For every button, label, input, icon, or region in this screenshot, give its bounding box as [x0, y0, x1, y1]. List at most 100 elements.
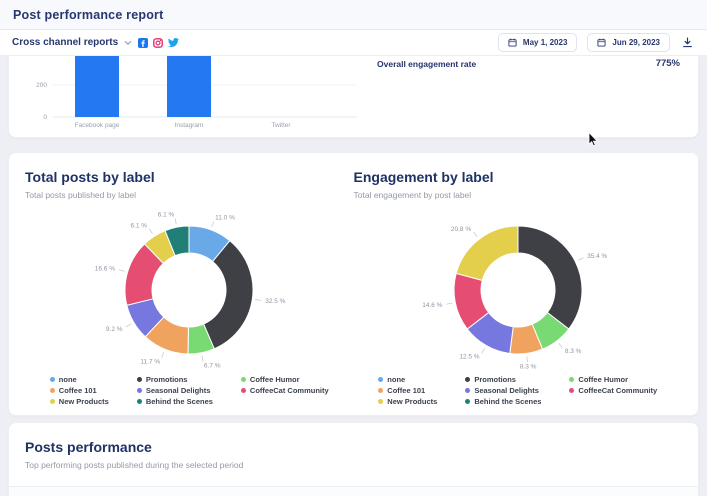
- legend-color-dot: [137, 388, 142, 393]
- legend-label: Seasonal Delights: [474, 386, 539, 395]
- svg-text:6.1 %: 6.1 %: [158, 211, 175, 218]
- legend-item-coffee-humor[interactable]: Coffee Humor: [241, 374, 329, 385]
- legend-label: New Products: [59, 397, 109, 406]
- posts-table-header-row: PostTypePublishedImpr.LikesCommentsTotal…: [9, 486, 698, 496]
- legend-item-behind-the-scenes[interactable]: Behind the Scenes: [465, 396, 541, 407]
- legend-color-dot: [378, 377, 383, 382]
- legend-label: Coffee 101: [59, 386, 97, 395]
- stat-value: 775%: [656, 58, 680, 69]
- legend-color-dot: [378, 399, 383, 404]
- page-title: Post performance report: [13, 8, 163, 22]
- svg-text:32.5 %: 32.5 %: [265, 298, 285, 305]
- legend-color-dot: [137, 399, 142, 404]
- date-end-button[interactable]: Jun 29, 2023: [587, 33, 670, 52]
- svg-text:11.0 %: 11.0 %: [215, 215, 235, 222]
- legend-item-promotions[interactable]: Promotions: [137, 374, 213, 385]
- channel-overview-card: 2000Facebook pageInstagramTwitter Overal…: [8, 56, 699, 138]
- svg-text:8.3 %: 8.3 %: [565, 348, 582, 355]
- legend-color-dot: [137, 377, 142, 382]
- svg-text:11.7 %: 11.7 %: [141, 358, 161, 365]
- svg-text:0: 0: [43, 114, 47, 121]
- legend-label: Coffee Humor: [250, 375, 300, 384]
- legend-label: Promotions: [474, 375, 516, 384]
- app-header: Post performance report: [0, 0, 707, 30]
- date-start-value: May 1, 2023: [523, 38, 567, 47]
- svg-text:9.2 %: 9.2 %: [106, 326, 123, 333]
- legend-item-coffeecat-community[interactable]: CoffeeCat Community: [241, 385, 329, 396]
- svg-text:6.1 %: 6.1 %: [131, 222, 148, 229]
- stat-label: Overall engagement rate: [377, 59, 476, 69]
- legend-color-dot: [50, 377, 55, 382]
- date-start-button[interactable]: May 1, 2023: [498, 33, 577, 52]
- legend-color-dot: [50, 399, 55, 404]
- svg-text:200: 200: [36, 82, 47, 89]
- legend-item-new-products[interactable]: New Products: [378, 396, 437, 407]
- twitter-icon[interactable]: [168, 37, 179, 48]
- report-type-dropdown[interactable]: Cross channel reports: [12, 37, 132, 48]
- legend-item-coffee-101[interactable]: Coffee 101: [50, 385, 109, 396]
- channel-icons: [138, 37, 179, 48]
- legend-item-seasonal-delights[interactable]: Seasonal Delights: [137, 385, 213, 396]
- legend-label: Coffee 101: [387, 386, 425, 395]
- svg-text:16.6 %: 16.6 %: [95, 266, 115, 273]
- legend-item-coffee-humor[interactable]: Coffee Humor: [569, 374, 657, 385]
- legend-color-dot: [569, 388, 574, 393]
- legend-color-dot: [465, 399, 470, 404]
- svg-text:Instagram: Instagram: [175, 122, 204, 129]
- donut-chart-total-posts: 11.0 %32.5 %6.7 %11.7 %9.2 %16.6 %6.1 %6…: [25, 204, 354, 372]
- calendar-icon: [597, 38, 606, 47]
- download-icon: [682, 37, 693, 48]
- toolbar-right-group: May 1, 2023 Jun 29, 2023: [498, 33, 695, 52]
- legend-label: Behind the Scenes: [474, 397, 541, 406]
- total-posts-by-label-section: Total posts by label Total posts publish…: [25, 169, 354, 407]
- section-title-total-posts: Total posts by label: [25, 169, 354, 185]
- legend-color-dot: [569, 377, 574, 382]
- legend-label: New Products: [387, 397, 437, 406]
- section-subtitle-engagement: Total engagement by post label: [354, 190, 683, 200]
- calendar-icon: [508, 38, 517, 47]
- legend-item-seasonal-delights[interactable]: Seasonal Delights: [465, 385, 541, 396]
- legend-label: Behind the Scenes: [146, 397, 213, 406]
- posts-performance-card: Posts performance Top performing posts p…: [8, 422, 699, 496]
- svg-text:12.5 %: 12.5 %: [459, 354, 479, 361]
- instagram-icon[interactable]: [153, 38, 163, 48]
- report-toolbar: Cross channel reports: [0, 30, 707, 56]
- facebook-icon[interactable]: [138, 38, 148, 48]
- legend-label: CoffeeCat Community: [250, 386, 329, 395]
- legend-item-none[interactable]: none: [50, 374, 109, 385]
- legend-label: none: [387, 375, 405, 384]
- svg-text:Twitter: Twitter: [271, 122, 291, 129]
- legend-item-coffeecat-community[interactable]: CoffeeCat Community: [569, 385, 657, 396]
- legend-label: Seasonal Delights: [146, 386, 211, 395]
- legend-label: Coffee Humor: [578, 375, 628, 384]
- legend-item-behind-the-scenes[interactable]: Behind the Scenes: [137, 396, 213, 407]
- posts-performance-header: Posts performance Top performing posts p…: [9, 439, 698, 470]
- legend-item-promotions[interactable]: Promotions: [465, 374, 541, 385]
- legend-color-dot: [241, 388, 246, 393]
- legend-item-new-products[interactable]: New Products: [50, 396, 109, 407]
- svg-text:35.4 %: 35.4 %: [587, 253, 607, 260]
- legend-color-dot: [465, 388, 470, 393]
- section-title-posts-performance: Posts performance: [25, 439, 682, 455]
- section-subtitle-posts-performance: Top performing posts published during th…: [25, 460, 682, 470]
- legend-color-dot: [50, 388, 55, 393]
- download-report-button[interactable]: [680, 37, 695, 48]
- date-end-value: Jun 29, 2023: [612, 38, 660, 47]
- stat-row-overall-engagement-rate: Overall engagement rate 775%: [377, 58, 680, 69]
- legend-color-dot: [465, 377, 470, 382]
- legend-label: none: [59, 375, 77, 384]
- label-charts-card: Total posts by label Total posts publish…: [8, 152, 699, 416]
- svg-text:20.8 %: 20.8 %: [451, 226, 471, 233]
- engagement-by-label-section: Engagement by label Total engagement by …: [354, 169, 683, 407]
- legend-total-posts: none Coffee 101 New Products PromotionsSeas…: [25, 374, 354, 407]
- post-performance-report-window: Post performance report Cross channel re…: [0, 0, 707, 496]
- chevron-down-icon: [124, 39, 132, 47]
- legend-item-none[interactable]: none: [378, 374, 437, 385]
- legend-item-coffee-101[interactable]: Coffee 101: [378, 385, 437, 396]
- legend-color-dot: [378, 388, 383, 393]
- bar-chart-posts-by-channel: 2000Facebook pageInstagramTwitter: [9, 56, 361, 138]
- legend-color-dot: [241, 377, 246, 382]
- svg-text:14.6 %: 14.6 %: [422, 302, 442, 309]
- legend-engagement: none Coffee 101 New Products Promotions Seas…: [354, 374, 683, 407]
- report-type-label: Cross channel reports: [12, 37, 118, 48]
